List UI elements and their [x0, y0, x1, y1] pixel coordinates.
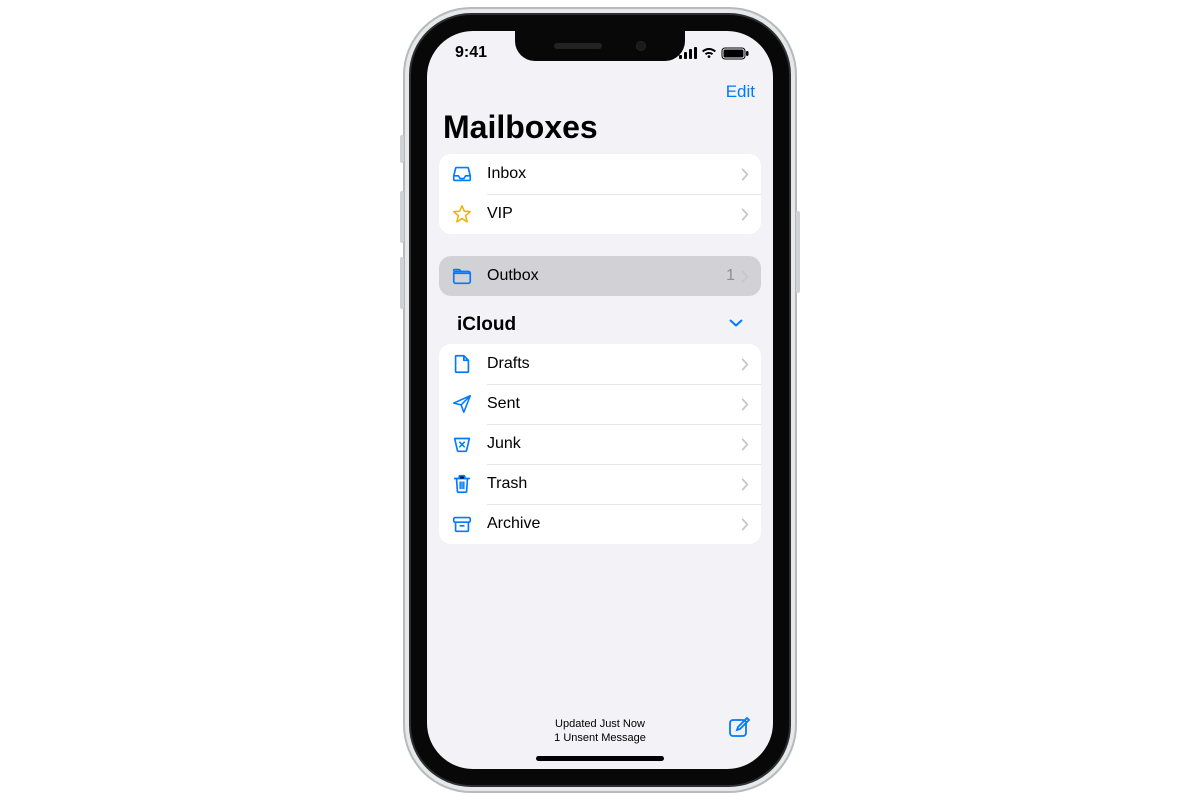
- chevron-down-icon: [729, 314, 743, 336]
- toolbar-status-line1: Updated Just Now: [554, 717, 646, 731]
- toolbar-status: Updated Just Now 1 Unsent Message: [554, 717, 646, 745]
- mailbox-label: Drafts: [487, 355, 739, 373]
- chevron-right-icon: [739, 208, 749, 221]
- mailbox-label: Sent: [487, 395, 739, 413]
- star-icon: [451, 203, 487, 225]
- mailbox-row-archive[interactable]: Archive: [439, 504, 761, 544]
- screen: 9:41 Edit Mailboxes Inbox: [427, 31, 773, 769]
- mailbox-label: Inbox: [487, 165, 739, 183]
- junk-icon: [451, 433, 487, 455]
- primary-mailboxes-group: Inbox VIP: [439, 154, 761, 234]
- notch: [515, 31, 685, 61]
- folder-icon: [451, 265, 487, 287]
- status-time: 9:41: [455, 44, 487, 62]
- mailbox-label: Junk: [487, 435, 739, 453]
- wifi-icon: [701, 47, 717, 59]
- mailbox-count: 1: [726, 267, 739, 285]
- battery-icon: [721, 47, 749, 60]
- mailbox-row-outbox[interactable]: Outbox 1: [439, 256, 761, 296]
- chevron-right-icon: [739, 358, 749, 371]
- mailbox-row-inbox[interactable]: Inbox: [439, 154, 761, 194]
- section-title: iCloud: [457, 314, 516, 336]
- mailbox-row-trash[interactable]: Trash: [439, 464, 761, 504]
- mailbox-row-junk[interactable]: Junk: [439, 424, 761, 464]
- chevron-right-icon: [739, 168, 749, 181]
- toolbar-status-line2: 1 Unsent Message: [554, 731, 646, 745]
- section-header-icloud[interactable]: iCloud: [439, 312, 761, 338]
- mailbox-label: VIP: [487, 205, 739, 223]
- chevron-right-icon: [739, 270, 749, 283]
- home-indicator: [536, 756, 664, 761]
- iphone-device-frame: 9:41 Edit Mailboxes Inbox: [411, 15, 789, 785]
- compose-button[interactable]: [727, 715, 751, 744]
- edit-button[interactable]: Edit: [726, 82, 755, 102]
- nav-bar: Edit: [427, 75, 773, 109]
- sent-icon: [451, 393, 487, 415]
- trash-icon: [451, 473, 487, 495]
- chevron-right-icon: [739, 518, 749, 531]
- inbox-icon: [451, 163, 487, 185]
- chevron-right-icon: [739, 398, 749, 411]
- chevron-right-icon: [739, 478, 749, 491]
- outbox-group: Outbox 1: [439, 256, 761, 296]
- chevron-right-icon: [739, 438, 749, 451]
- mailbox-label: Outbox: [487, 267, 726, 285]
- icloud-mailboxes-group: Drafts Sent Junk: [439, 344, 761, 544]
- mailbox-label: Trash: [487, 475, 739, 493]
- compose-icon: [727, 726, 751, 743]
- mailbox-label: Archive: [487, 515, 739, 533]
- mailbox-row-vip[interactable]: VIP: [439, 194, 761, 234]
- archive-icon: [451, 513, 487, 535]
- mailbox-row-drafts[interactable]: Drafts: [439, 344, 761, 384]
- draft-icon: [451, 353, 487, 375]
- page-title: Mailboxes: [427, 109, 773, 154]
- mailbox-row-sent[interactable]: Sent: [439, 384, 761, 424]
